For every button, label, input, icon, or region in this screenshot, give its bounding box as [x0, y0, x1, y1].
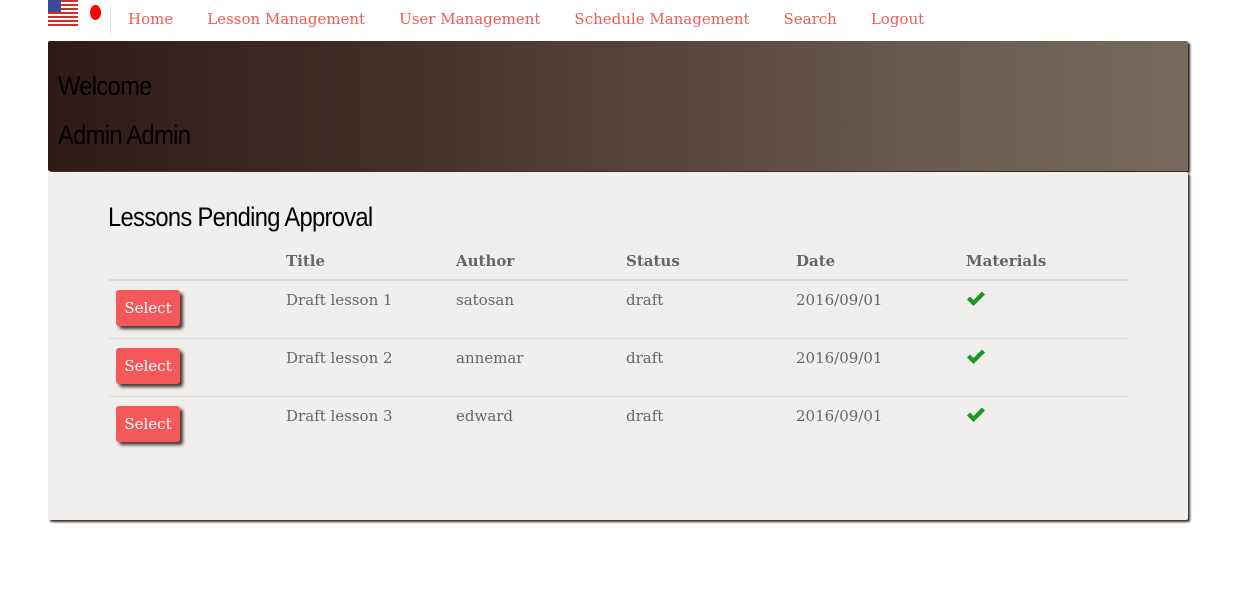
column-header-action [108, 248, 286, 281]
nav-link-user-management[interactable]: User Management [399, 10, 540, 28]
action-cell: Select [108, 280, 286, 339]
column-header-date: Date [796, 248, 966, 281]
welcome-banner: Welcome Admin Admin [48, 41, 1188, 171]
nav-links: Home Lesson Management User Management S… [128, 10, 958, 28]
date-cell: 2016/09/01 [796, 338, 966, 397]
section-title: Lessons Pending Approval [108, 202, 373, 232]
check-icon [966, 407, 986, 423]
user-name: Admin Admin [58, 120, 191, 150]
column-header-status: Status [626, 248, 796, 281]
top-navbar: Home Lesson Management User Management S… [48, 0, 1188, 40]
status-cell: draft [626, 407, 664, 425]
action-cell: Select [108, 397, 286, 455]
nav-link-schedule-management[interactable]: Schedule Management [574, 10, 749, 28]
table-row: Select Draft lesson 2 annemar draft 2016… [108, 338, 1128, 397]
welcome-text: Welcome [58, 71, 152, 101]
us-flag-icon[interactable] [48, 0, 78, 27]
table-row: Select Draft lesson 1 satosan draft 2016… [108, 280, 1128, 339]
lessons-table: Title Author Status Date Materials Selec… [108, 248, 1128, 454]
select-button[interactable]: Select [116, 290, 180, 326]
table-row: Select Draft lesson 3 edward draft 2016/… [108, 397, 1128, 455]
nav-divider [110, 6, 111, 34]
select-button[interactable]: Select [116, 406, 180, 442]
status-cell: draft [626, 338, 796, 397]
date-cell: 2016/09/01 [796, 407, 883, 425]
column-header-author: Author [456, 248, 626, 281]
materials-cell [966, 338, 1128, 397]
check-icon [966, 291, 986, 307]
column-header-materials: Materials [966, 248, 1128, 281]
nav-link-search[interactable]: Search [784, 10, 837, 28]
column-header-title: Title [286, 248, 456, 281]
nav-link-lesson-management[interactable]: Lesson Management [207, 10, 365, 28]
title-cell: Draft lesson 2 [286, 338, 456, 397]
japan-flag-icon[interactable] [86, 2, 104, 22]
check-icon [966, 349, 986, 365]
author-cell: annemar [456, 338, 626, 397]
table-header-row: Title Author Status Date Materials [108, 248, 1128, 281]
lessons-panel: Lessons Pending Approval Title Author St… [48, 172, 1188, 520]
nav-link-home[interactable]: Home [128, 10, 173, 28]
materials-cell [966, 397, 1128, 455]
action-cell: Select [108, 338, 286, 397]
select-button[interactable]: Select [116, 348, 180, 384]
title-cell: Draft lesson 1 [286, 280, 456, 339]
author-cell: satosan [456, 280, 626, 339]
materials-cell [966, 280, 1128, 339]
status-cell: draft [626, 280, 796, 339]
title-cell: Draft lesson 3 [286, 407, 393, 425]
nav-link-logout[interactable]: Logout [871, 10, 924, 28]
author-cell: edward [456, 407, 514, 425]
date-cell: 2016/09/01 [796, 280, 966, 339]
